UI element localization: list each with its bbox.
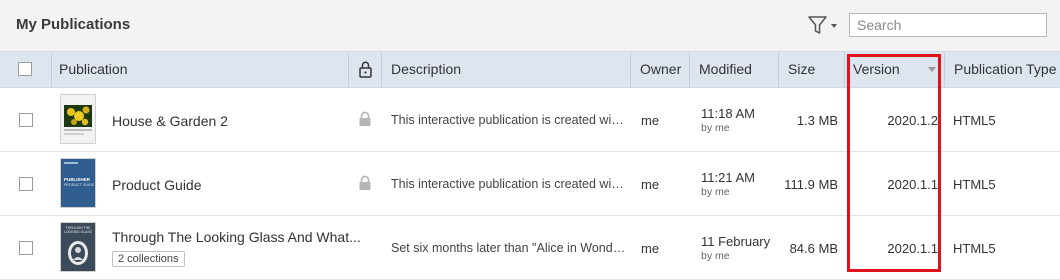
search-input[interactable] bbox=[849, 13, 1047, 37]
owner: me bbox=[641, 177, 660, 192]
row-checkbox[interactable] bbox=[19, 241, 33, 255]
size: 111.9 MB bbox=[784, 177, 838, 192]
version: 2020.1.1 bbox=[887, 177, 938, 192]
lock-icon bbox=[358, 175, 372, 196]
select-all-cell bbox=[0, 52, 51, 87]
page-title: My Publications bbox=[16, 16, 131, 33]
publication-description: Set six months later than "Alice in Wond… bbox=[391, 241, 627, 255]
publication-thumbnail[interactable]: THROUGH THE LOOKING GLASS bbox=[60, 222, 96, 272]
lock-icon bbox=[358, 111, 372, 132]
publication-title[interactable]: Product Guide bbox=[112, 177, 202, 193]
modified-time: 11:21 AM bbox=[701, 170, 755, 185]
publication-type: HTML5 bbox=[953, 241, 996, 256]
publication-type: HTML5 bbox=[953, 177, 996, 192]
column-header-lock[interactable] bbox=[348, 52, 381, 87]
column-header-modified[interactable]: Modified bbox=[689, 52, 778, 87]
table-header: Publication Description Owner Modified S… bbox=[0, 51, 1060, 88]
row-checkbox[interactable] bbox=[19, 113, 33, 127]
column-header-version-label: Version bbox=[853, 61, 900, 77]
table-row[interactable]: THROUGH THE LOOKING GLASS Through The Lo… bbox=[0, 216, 1060, 280]
row-checkbox[interactable] bbox=[19, 177, 33, 191]
modified-by: by me bbox=[701, 250, 730, 262]
caret-down-icon bbox=[831, 24, 837, 28]
column-header-size[interactable]: Size bbox=[778, 52, 844, 87]
publication-title[interactable]: House & Garden 2 bbox=[112, 113, 228, 129]
owner: me bbox=[641, 113, 660, 128]
modified-time: 11:18 AM bbox=[701, 106, 755, 121]
column-header-publication-type[interactable]: Publication Type bbox=[944, 52, 1060, 87]
toolbar: My Publications bbox=[0, 0, 1060, 51]
version: 2020.1.2 bbox=[887, 113, 938, 128]
publication-thumbnail[interactable] bbox=[60, 94, 96, 144]
publication-description: This interactive publication is created … bbox=[391, 177, 627, 191]
column-header-owner[interactable]: Owner bbox=[630, 52, 689, 87]
publication-thumbnail[interactable]: PUBLISHER PRODUCT GUIDE bbox=[60, 158, 96, 208]
size: 84.6 MB bbox=[789, 241, 838, 256]
thumbnail-text: PUBLISHER bbox=[64, 177, 91, 182]
column-header-version[interactable]: Version bbox=[844, 52, 944, 87]
select-all-checkbox[interactable] bbox=[18, 62, 32, 76]
thumbnail-text: PRODUCT GUIDE bbox=[64, 183, 95, 187]
modified-time: 11 February bbox=[701, 234, 771, 249]
table-row[interactable]: PUBLISHER PRODUCT GUIDE Product Guide Th… bbox=[0, 152, 1060, 216]
collections-badge[interactable]: 2 collections bbox=[112, 251, 185, 267]
publication-type: HTML5 bbox=[953, 113, 996, 128]
column-header-publication[interactable]: Publication bbox=[51, 52, 348, 87]
owner: me bbox=[641, 241, 660, 256]
size: 1.3 MB bbox=[796, 113, 838, 128]
lock-icon bbox=[359, 61, 372, 78]
version: 2020.1.1 bbox=[887, 241, 938, 256]
publication-description: This interactive publication is created … bbox=[391, 113, 627, 127]
modified-by: by me bbox=[701, 122, 730, 134]
table-row[interactable]: House & Garden 2 This interactive public… bbox=[0, 88, 1060, 152]
column-header-description[interactable]: Description bbox=[381, 52, 630, 87]
modified-by: by me bbox=[701, 186, 730, 198]
filter-button[interactable] bbox=[806, 13, 842, 37]
filter-icon bbox=[808, 16, 837, 34]
sort-descending-icon bbox=[928, 67, 936, 72]
publication-title[interactable]: Through The Looking Glass And What... bbox=[112, 229, 361, 245]
